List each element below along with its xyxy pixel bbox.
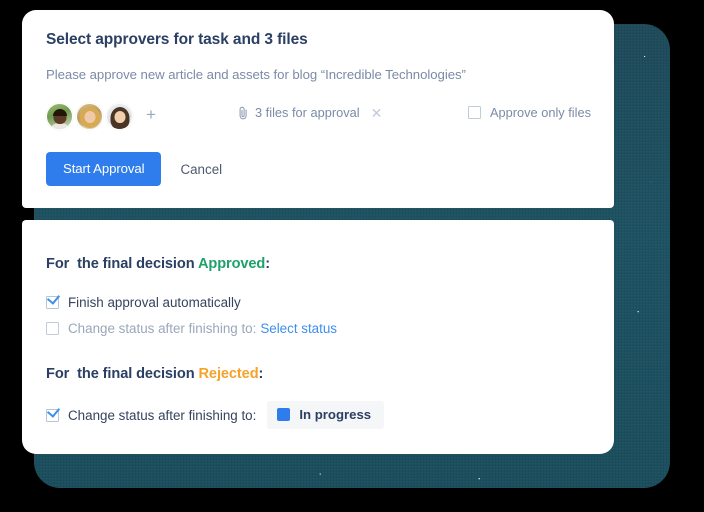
avatar-person-2[interactable] <box>76 102 103 130</box>
files-chip-label: 3 files for approval <box>255 105 360 120</box>
approve-only-files-box[interactable] <box>468 106 481 119</box>
rejected-section-title: For the final decision Rejected: <box>46 366 263 382</box>
rejected-option-change-status[interactable]: Change status after finishing to: In pro… <box>46 401 385 429</box>
status-name-label: In progress <box>299 407 372 422</box>
select-status-link[interactable]: Select status <box>260 321 337 336</box>
start-approval-button[interactable]: Start Approval <box>46 152 162 186</box>
dialog-subtitle: Please approve new article and assets fo… <box>46 67 466 82</box>
screenshot-stage: Select approvers for task and 3 files Pl… <box>0 0 704 512</box>
files-for-approval-chip[interactable]: 3 files for approval ✕ <box>238 105 382 120</box>
approved-decision-token: Approved <box>197 256 266 272</box>
avatar-person-3[interactable] <box>106 102 133 130</box>
paperclip-icon <box>238 106 249 120</box>
rejected-change-status-box[interactable] <box>46 408 59 422</box>
approved-option-finish-automatically[interactable]: Finish approval automatically <box>46 295 241 310</box>
approved-section-title: For the final decision Approved: <box>46 256 270 272</box>
approve-only-files-checkbox[interactable]: Approve only files <box>468 105 591 120</box>
avatar-person-1[interactable] <box>46 102 73 130</box>
remove-files-icon[interactable]: ✕ <box>371 106 383 120</box>
dialog-title: Select approvers for task and 3 files <box>46 31 308 48</box>
status-select-pill[interactable]: In progress <box>267 401 385 429</box>
approvers-list: + <box>46 102 161 130</box>
approved-option-change-status[interactable]: Change status after finishing to: Select… <box>46 321 337 336</box>
rejected-decision-token: Rejected <box>198 366 259 382</box>
rejected-section: For the final decision Rejected: <box>46 366 263 382</box>
approved-title-prefix: For the final decision <box>46 256 198 272</box>
approved-finish-automatically-box[interactable] <box>46 296 59 309</box>
approved-title-suffix: : <box>265 256 271 272</box>
decision-settings-panel: For the final decision Approved: Finish … <box>22 220 614 454</box>
approved-change-status-label: Change status after finishing to: <box>68 321 257 336</box>
cancel-button[interactable]: Cancel <box>180 162 222 177</box>
rejected-title-suffix: : <box>258 366 264 382</box>
rejected-change-status-label: Change status after finishing to: <box>68 407 257 423</box>
add-approver-button[interactable]: + <box>141 106 161 126</box>
select-approvers-dialog: Select approvers for task and 3 files Pl… <box>22 10 614 208</box>
dialog-actions: Start Approval Cancel <box>46 152 222 186</box>
rejected-title-prefix: For the final decision <box>46 366 199 382</box>
approved-section: For the final decision Approved: <box>46 256 270 272</box>
status-color-swatch-icon <box>277 408 291 421</box>
approved-change-status-box[interactable] <box>46 322 59 335</box>
approve-only-files-label: Approve only files <box>490 105 592 120</box>
approved-finish-automatically-label: Finish approval automatically <box>68 295 241 310</box>
